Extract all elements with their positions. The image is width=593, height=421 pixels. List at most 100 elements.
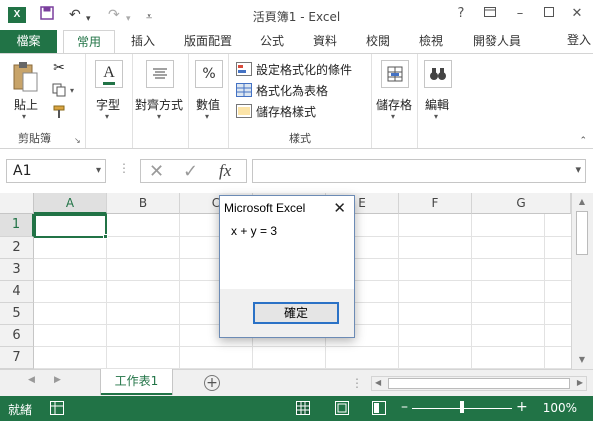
tab-home[interactable]: 常用 [63,30,115,55]
paste-icon[interactable] [10,60,40,94]
row-header-5[interactable]: 5 [0,303,34,325]
row-header-1[interactable]: 1 [0,214,34,237]
paste-label[interactable]: 貼上 [14,96,38,113]
clipboard-group: 貼上 ▾ ✂ ▾ 剪貼簿 ↘ [0,54,86,148]
format-as-table-button[interactable]: 格式化為表格 [236,81,370,101]
page-break-view-icon[interactable] [372,401,386,418]
column-header-f[interactable]: F [399,193,472,214]
editing-group: 編輯 ▾ [418,54,460,148]
row-header-2[interactable]: 2 [0,237,34,259]
number-label[interactable]: 數值 [196,96,220,113]
column-header-b[interactable]: B [107,193,180,214]
sheet-tab-1[interactable]: 工作表1 [101,369,172,395]
sign-in-link[interactable]: 登入 [567,30,591,50]
row-header-3[interactable]: 3 [0,259,34,281]
undo-dropdown-icon[interactable]: ▾ [86,10,91,28]
alignment-dropdown-icon[interactable]: ▾ [157,112,161,121]
tab-file[interactable]: 檔案 [0,30,57,54]
active-cell-a1[interactable] [34,214,107,238]
redo-dropdown-icon[interactable]: ▾ [126,10,131,28]
page-layout-view-icon[interactable] [335,401,349,418]
select-all-corner[interactable] [0,193,34,214]
tab-insert[interactable]: 插入 [121,30,165,54]
close-icon[interactable]: ✕ [565,4,589,24]
cells-dropdown-icon[interactable]: ▾ [391,112,395,121]
dialog-close-icon[interactable]: ✕ [333,200,346,216]
font-label[interactable]: 字型 [96,96,120,113]
zoom-in-icon[interactable]: + [516,399,528,415]
formula-buttons: ✕ ✓ fx [140,159,247,183]
formula-input[interactable]: ▾ [252,159,586,183]
copy-dropdown-icon[interactable]: ▾ [70,86,74,95]
row-header-7[interactable]: 7 [0,347,34,369]
tab-view[interactable]: 檢視 [409,30,453,54]
tab-page-layout[interactable]: 版面配置 [175,30,241,54]
column-header-g[interactable]: G [472,193,571,214]
cancel-icon[interactable]: ✕ [149,161,164,182]
help-icon[interactable]: ? [449,4,473,24]
undo-icon[interactable]: ↶ [69,6,81,24]
binoculars-icon[interactable] [424,60,452,88]
collapse-ribbon-icon[interactable]: ⌃ [579,136,587,146]
horizontal-scroll-thumb[interactable] [388,378,570,389]
macro-record-icon[interactable] [50,401,64,418]
minimize-icon[interactable]: – [508,4,532,24]
tab-review[interactable]: 校閱 [356,30,400,54]
save-icon[interactable] [40,6,54,25]
formula-bar-handle-icon[interactable]: ⋮ [118,161,130,175]
add-sheet-icon[interactable]: + [204,375,220,391]
format-painter-icon[interactable] [50,104,68,120]
sheet-prev-icon[interactable]: ◀ [28,375,35,385]
zoom-slider-knob[interactable] [460,401,464,413]
vertical-scrollbar[interactable]: ▲ ▼ [571,193,593,369]
name-box-value: A1 [13,163,32,179]
row-header-4[interactable]: 4 [0,281,34,303]
percent-icon[interactable]: % [195,60,223,88]
enter-icon[interactable]: ✓ [183,161,198,182]
cells-label[interactable]: 儲存格 [376,96,412,113]
ribbon-display-icon[interactable] [478,4,502,24]
normal-view-icon[interactable] [296,401,310,418]
tab-data[interactable]: 資料 [303,30,347,54]
alignment-icon[interactable] [146,60,174,88]
cut-icon[interactable]: ✂ [50,60,68,76]
customize-toolbar-icon[interactable]: ⩡ [146,8,152,26]
copy-icon[interactable] [50,82,68,98]
tab-formulas[interactable]: 公式 [250,30,294,54]
zoom-out-icon[interactable]: – [401,399,408,415]
font-icon[interactable]: A [95,60,123,88]
row-header-6[interactable]: 6 [0,325,34,347]
dialog-launcher-icon[interactable]: ↘ [74,136,81,145]
font-dropdown-icon[interactable]: ▾ [105,112,109,121]
cells-icon[interactable] [381,60,409,88]
insert-function-icon[interactable]: fx [219,161,231,181]
sheet-next-icon[interactable]: ▶ [54,375,61,385]
scroll-left-icon[interactable]: ◀ [375,378,381,387]
editing-dropdown-icon[interactable]: ▾ [434,112,438,121]
expand-formula-icon[interactable]: ▾ [575,163,581,176]
tab-split-handle-icon[interactable]: ⋮ [351,376,363,390]
tab-developer[interactable]: 開發人員 [462,30,532,54]
alignment-label[interactable]: 對齊方式 [135,96,183,113]
dialog-message: x + y = 3 [231,224,278,238]
ok-button[interactable]: 確定 [253,302,339,324]
formula-bar: A1 ▾ ⋮ ✕ ✓ fx ▾ [0,152,593,190]
status-bar: 就緒 – + 100% [0,396,593,421]
scroll-right-icon[interactable]: ▶ [577,378,583,387]
name-box-dropdown-icon[interactable]: ▾ [96,160,101,182]
column-header-a[interactable]: A [34,193,107,214]
fill-handle[interactable] [103,234,108,239]
maximize-icon[interactable] [537,4,561,24]
zoom-level[interactable]: 100% [543,401,577,415]
conditional-formatting-button[interactable]: 設定格式化的條件 [236,60,370,80]
name-box[interactable]: A1 ▾ [6,159,106,183]
scroll-down-icon[interactable]: ▼ [572,353,592,367]
number-dropdown-icon[interactable]: ▾ [205,112,209,121]
scroll-up-icon[interactable]: ▲ [572,195,592,209]
cell-styles-button[interactable]: 儲存格樣式 [236,102,370,122]
vertical-scroll-thumb[interactable] [576,211,588,255]
redo-icon[interactable]: ↷ [108,6,120,24]
horizontal-scrollbar[interactable]: ◀ ▶ [371,376,587,391]
paste-dropdown-icon[interactable]: ▾ [22,112,26,121]
editing-label[interactable]: 編輯 [425,96,449,113]
